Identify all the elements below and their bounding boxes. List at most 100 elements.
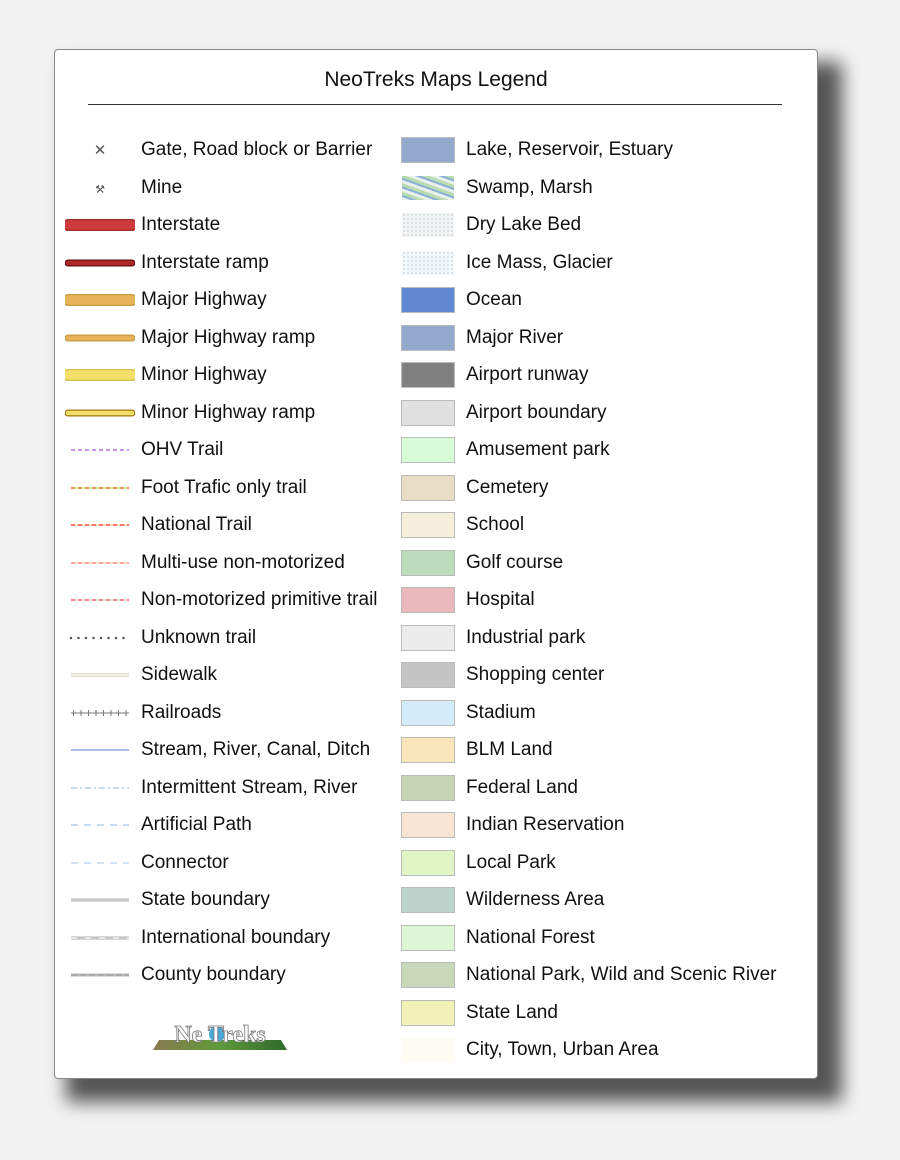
area-swatch-icon (401, 399, 455, 426)
area-swatch-icon (401, 549, 455, 576)
line-symbol-icon (71, 861, 129, 864)
line-symbol-icon: ⚒ (95, 184, 105, 196)
legend-label: Industrial park (466, 626, 586, 648)
line-symbol-icon (65, 369, 135, 381)
legend-label: Amusement park (466, 439, 610, 460)
legend-item: Foot Trafic only trail (65, 474, 307, 502)
legend-item: City, Town, Urban Area (401, 1036, 659, 1064)
area-swatch-icon (401, 962, 455, 988)
legend-label: School (466, 514, 525, 535)
legend-label: Artificial Path (141, 814, 252, 835)
legend-label: Hospital (466, 589, 535, 610)
area-swatch-icon (401, 849, 455, 876)
area-swatch-icon (401, 362, 455, 388)
legend-label: Dry Lake Bed (466, 214, 582, 235)
legend-item: Stadium (401, 699, 536, 727)
legend-label: County boundary (141, 964, 286, 985)
legend-label: Ice Mass, Glacier (466, 251, 613, 273)
legend-label: Foot Trafic only trail (141, 476, 307, 498)
legend-label: Wilderness Area (466, 889, 605, 910)
line-symbol-icon (71, 599, 129, 601)
svg-text:✕: ✕ (94, 142, 107, 159)
line-symbol-icon (65, 409, 135, 416)
legend-title: NeoTreks Maps Legend (324, 68, 548, 91)
legend-item: Interstate ramp (65, 249, 269, 277)
legend-item: International boundary (65, 924, 330, 952)
line-symbol-icon (71, 824, 129, 826)
area-swatch-icon (401, 137, 455, 163)
area-swatch-icon (401, 662, 455, 688)
legend-item: ✕ Gate, Road block or Barrier (65, 136, 373, 164)
legend-label: State Land (466, 1001, 558, 1023)
legend-label: Golf course (466, 551, 564, 573)
area-swatch-icon (401, 624, 455, 651)
legend-item: Major Highway (65, 286, 267, 314)
legend-label: Ocean (466, 289, 522, 310)
area-swatch-icon (401, 324, 455, 351)
legend-label: Indian Reservation (466, 814, 625, 835)
legend-label: Stream, River, Canal, Ditch (141, 739, 371, 760)
neotreks-logo: Ne Treks (153, 1022, 287, 1050)
legend-label: Mine (141, 176, 183, 198)
line-symbol-icon (71, 486, 129, 489)
legend-item: Federal Land (401, 774, 578, 802)
area-swatch-icon (401, 774, 455, 801)
area-swatch-icon (401, 1037, 455, 1063)
line-symbol-icon (65, 259, 135, 266)
line-symbol-icon: ✕ (94, 142, 107, 159)
legend-label: State boundary (141, 889, 270, 910)
legend-item: Unknown trail (65, 624, 256, 652)
svg-text:⚒: ⚒ (95, 184, 105, 196)
area-swatch-icon (401, 287, 455, 313)
area-swatch-icon (401, 812, 455, 838)
line-symbol-icon (71, 673, 129, 677)
legend-label: Airport runway (466, 364, 589, 385)
logo-text: Ne Treks (174, 1022, 265, 1048)
area-swatch-icon (401, 887, 455, 913)
legend-item: County boundary (65, 961, 286, 989)
legend-item: State boundary (65, 886, 270, 914)
legend-label: Minor Highway (141, 364, 267, 385)
legend-label: Interstate (141, 214, 221, 235)
legend-item: School (401, 511, 524, 539)
legend-item: State Land (401, 999, 558, 1027)
line-symbol-icon (71, 561, 129, 564)
legend-label: Non-motorized primitive trail (141, 589, 378, 610)
line-symbol-icon (71, 749, 129, 751)
legend-item: Hospital (401, 586, 535, 614)
legend-panel: NeoTreks Maps Legend Ne Treks ✕ Gate, Roa… (54, 49, 818, 1079)
area-swatch-icon (401, 249, 455, 276)
legend-item: Major Highway ramp (65, 324, 315, 352)
legend-label: Major River (466, 326, 564, 348)
legend-item: Airport runway (401, 361, 589, 389)
line-symbol-icon (71, 786, 129, 789)
area-swatch-icon (401, 512, 455, 538)
legend-label: Intermittent Stream, River (141, 776, 358, 798)
legend-label: Federal Land (466, 776, 578, 798)
legend-item: Dry Lake Bed (401, 211, 581, 239)
legend-item: Industrial park (401, 624, 585, 652)
area-swatch-icon (401, 212, 455, 238)
legend-label: Unknown trail (141, 626, 257, 648)
legend-label: Major Highway ramp (141, 326, 316, 348)
legend-item: Golf course (401, 549, 563, 577)
area-swatch-icon (401, 999, 455, 1026)
legend-item: Airport boundary (401, 399, 606, 427)
legend-label: Interstate ramp (141, 251, 269, 273)
legend-label: Multi-use non-motorized (141, 551, 345, 573)
legend-label: Railroads (141, 701, 222, 723)
legend-label: Local Park (466, 851, 556, 873)
legend-label: Airport boundary (466, 401, 607, 423)
legend-label: Stadium (466, 701, 536, 723)
legend-item: Multi-use non-motorized (65, 549, 345, 577)
legend-label: National Park, Wild and Scenic River (466, 964, 777, 985)
legend-label: OHV Trail (141, 439, 224, 460)
legend-item: OHV Trail (65, 436, 223, 464)
legend-item: ⚒ Mine (65, 174, 182, 202)
legend-label: Lake, Reservoir, Estuary (466, 139, 673, 160)
legend-item: National Trail (65, 511, 252, 539)
legend-item: Amusement park (401, 436, 610, 464)
legend-item: Swamp, Marsh (401, 174, 593, 202)
line-symbol-icon (71, 524, 129, 526)
legend-label: Major Highway (141, 289, 267, 310)
